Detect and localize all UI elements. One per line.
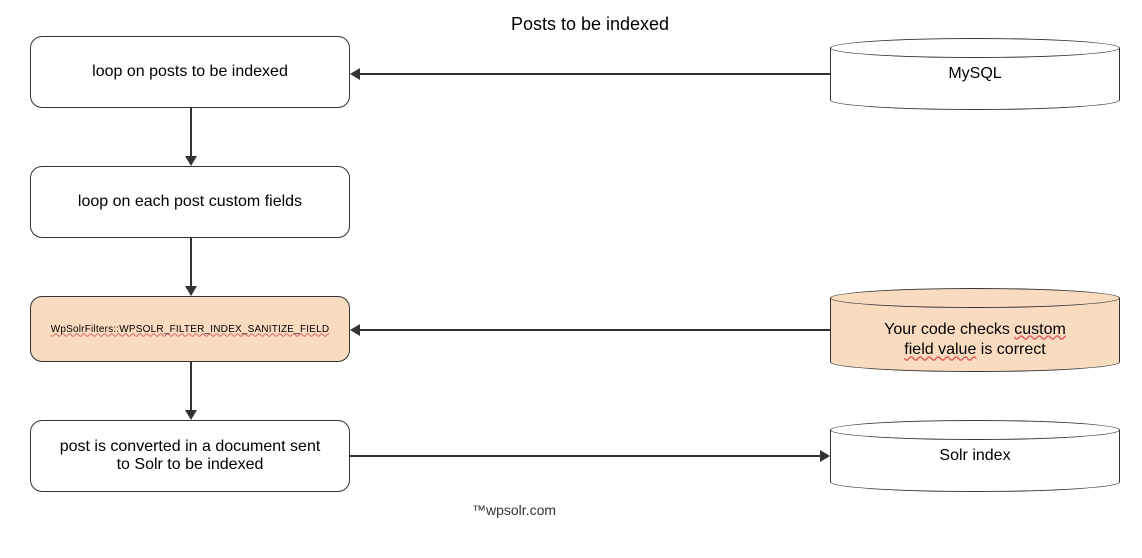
box-filter: WpSolrFilters::WPSOLR_FILTER_INDEX_SANIT… <box>30 296 350 362</box>
box-convert: post is converted in a document sent to … <box>30 420 350 492</box>
arrow-convert-to-solr <box>350 455 820 457</box>
box-loop-fields-label: loop on each post custom fields <box>78 193 302 211</box>
cylinder-solr: Solr index <box>830 420 1120 492</box>
box-loop-posts-label: loop on posts to be indexed <box>92 63 288 81</box>
arrow-loop-to-fields <box>190 108 192 158</box>
arrowhead-convert-to-solr <box>820 450 830 462</box>
cylinder-check-label: Your code checks custom field value is c… <box>884 299 1066 361</box>
arrowhead-filter-to-convert <box>185 410 197 420</box>
cylinder-check-text-a: Your code checks <box>884 321 1014 338</box>
footer-trademark: ™wpsolr.com <box>472 502 556 518</box>
edge-label-posts-to-index: Posts to be indexed <box>480 14 700 35</box>
box-loop-fields: loop on each post custom fields <box>30 166 350 238</box>
box-convert-label: post is converted in a document sent to … <box>60 438 321 474</box>
cylinder-mysql: MySQL <box>830 38 1120 110</box>
arrow-mysql-to-loop <box>360 73 830 75</box>
arrowhead-fields-to-filter <box>185 286 197 296</box>
arrow-fields-to-filter <box>190 238 192 288</box>
arrowhead-check-to-filter <box>350 324 360 336</box>
arrowhead-mysql-to-loop <box>350 68 360 80</box>
box-filter-text: WpSolrFilters::WPSOLR_FILTER_INDEX_SANIT… <box>51 324 330 335</box>
cylinder-check-text-c: is correct <box>976 341 1045 358</box>
cylinder-mysql-label: MySQL <box>948 64 1001 85</box>
arrowhead-loop-to-fields <box>185 156 197 166</box>
cylinder-solr-label: Solr index <box>939 446 1010 467</box>
cylinder-check: Your code checks custom field value is c… <box>830 288 1120 372</box>
arrow-filter-to-convert <box>190 362 192 412</box>
arrow-check-to-filter <box>360 329 830 331</box>
box-loop-posts: loop on posts to be indexed <box>30 36 350 108</box>
box-filter-label: WpSolrFilters::WPSOLR_FILTER_INDEX_SANIT… <box>51 324 330 335</box>
